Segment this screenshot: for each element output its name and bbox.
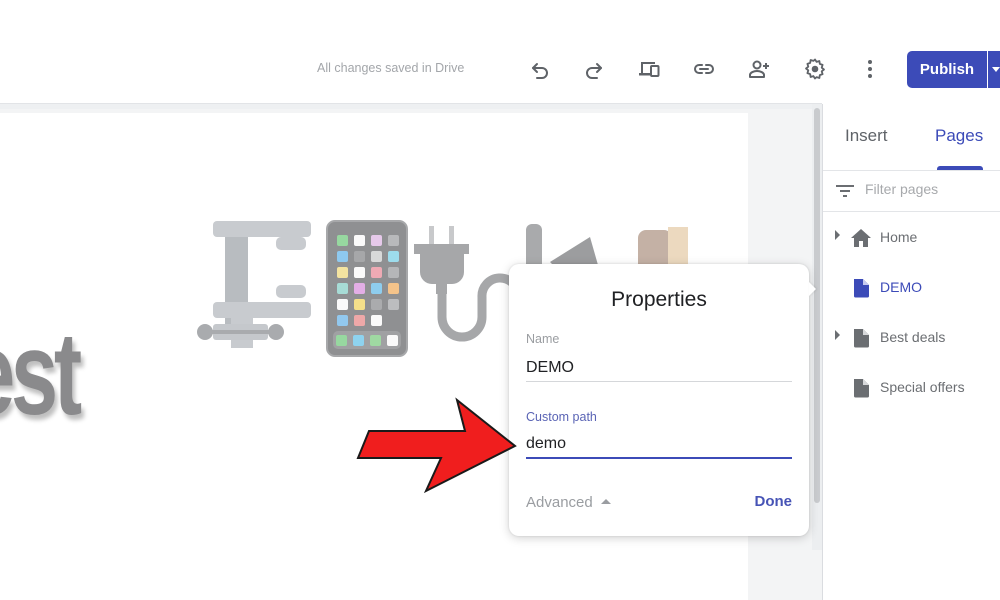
filter-divider bbox=[823, 211, 1000, 212]
undo-icon[interactable] bbox=[527, 56, 553, 82]
tab-pages[interactable]: Pages bbox=[935, 126, 983, 146]
custom-path-label: Custom path bbox=[526, 410, 597, 424]
clamp-image[interactable] bbox=[193, 218, 313, 353]
advanced-label: Advanced bbox=[526, 494, 593, 511]
save-status: All changes saved in Drive bbox=[317, 61, 465, 75]
page-item-demo[interactable]: DEMO bbox=[823, 267, 1000, 311]
page-label: DEMO bbox=[880, 279, 922, 295]
page-label: Special offers bbox=[880, 379, 965, 395]
sites-editor: All changes saved in Drive Publish est bbox=[0, 0, 1000, 600]
red-arrow-annotation bbox=[356, 397, 517, 494]
settings-gear-icon[interactable] bbox=[802, 56, 828, 82]
tab-insert[interactable]: Insert bbox=[845, 126, 888, 146]
page-item-special-offers[interactable]: Special offers bbox=[823, 367, 1000, 411]
preview-devices-icon[interactable] bbox=[636, 56, 662, 82]
properties-dialog: Properties Name Custom path Advanced Don… bbox=[509, 264, 809, 536]
custom-path-input[interactable] bbox=[526, 431, 792, 459]
page-item-best-deals[interactable]: Best deals bbox=[823, 317, 1000, 361]
plug-image[interactable] bbox=[412, 222, 522, 352]
smartphone-image[interactable] bbox=[326, 220, 408, 357]
expand-caret-icon[interactable] bbox=[835, 230, 840, 240]
top-toolbar: All changes saved in Drive Publish bbox=[0, 0, 1000, 103]
share-add-person-icon[interactable] bbox=[746, 56, 772, 82]
publish-button[interactable]: Publish bbox=[907, 51, 987, 88]
publish-options-dropdown[interactable] bbox=[988, 51, 1000, 88]
properties-title: Properties bbox=[611, 288, 707, 311]
redo-icon[interactable] bbox=[581, 56, 607, 82]
link-icon[interactable] bbox=[691, 56, 717, 82]
pages-panel: Insert Pages Filter pages Home DEMO Best… bbox=[822, 104, 1000, 600]
home-icon bbox=[851, 229, 871, 247]
canvas-scrollbar-thumb[interactable] bbox=[814, 108, 820, 503]
more-vert-icon[interactable] bbox=[857, 56, 883, 82]
filter-pages-input[interactable]: Filter pages bbox=[823, 170, 1000, 212]
page-label: Best deals bbox=[880, 329, 946, 345]
filter-placeholder: Filter pages bbox=[865, 181, 939, 197]
hero-heading-text[interactable]: est bbox=[0, 315, 82, 433]
page-label: Home bbox=[880, 229, 918, 245]
expand-caret-icon[interactable] bbox=[835, 330, 840, 340]
advanced-toggle[interactable]: Advanced bbox=[526, 494, 611, 511]
page-icon bbox=[854, 329, 869, 348]
name-input[interactable] bbox=[526, 354, 792, 382]
caret-up-icon bbox=[600, 499, 611, 504]
filter-icon bbox=[836, 185, 854, 197]
page-icon bbox=[854, 279, 869, 298]
page-icon bbox=[854, 379, 869, 398]
name-label: Name bbox=[526, 332, 560, 346]
canvas-bottom bbox=[0, 550, 748, 600]
done-button[interactable]: Done bbox=[755, 493, 793, 510]
page-item-home[interactable]: Home bbox=[823, 217, 1000, 261]
